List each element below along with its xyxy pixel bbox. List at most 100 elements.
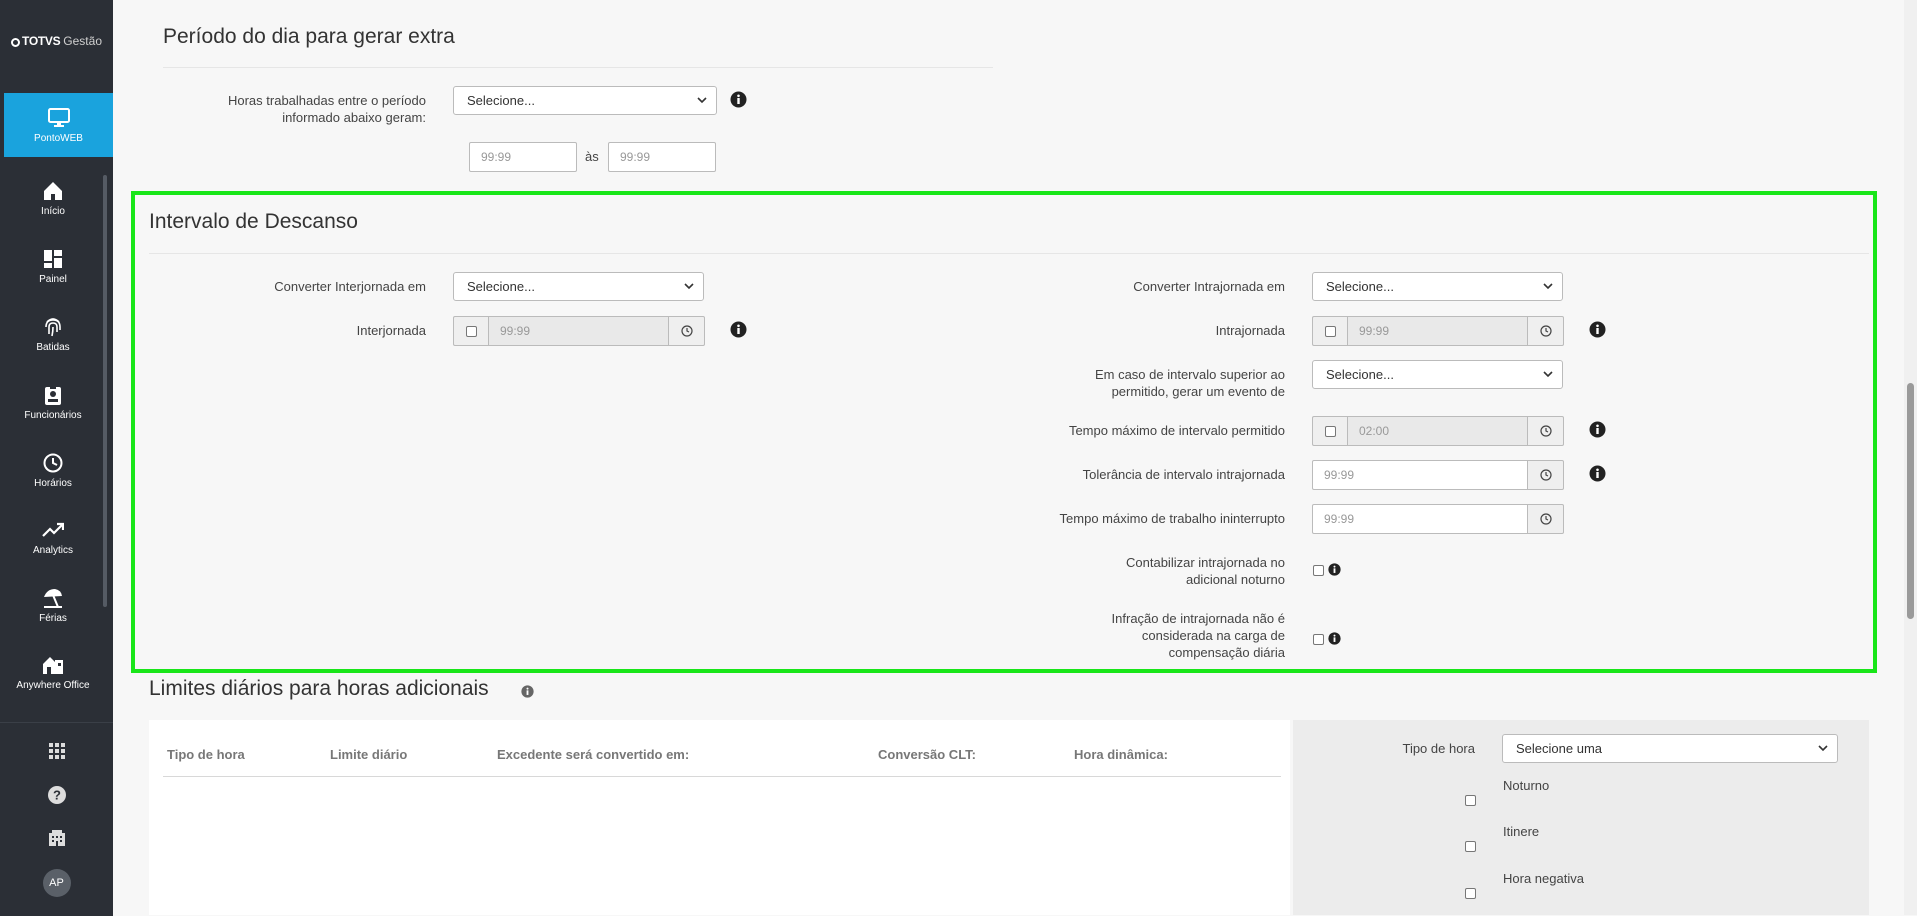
sidebar-item-funcionarios[interactable]: Funcionários bbox=[4, 372, 102, 432]
infracao-intrajornada-label: Infração de intrajornada não é considera… bbox=[1111, 611, 1285, 660]
sidebar-footer: ? AP bbox=[0, 722, 113, 916]
info-icon[interactable] bbox=[1328, 632, 1341, 645]
sidebar-item-horarios[interactable]: Horários bbox=[4, 440, 102, 500]
tolerancia-input[interactable]: 99:99 bbox=[1312, 460, 1528, 490]
totvs-logo-icon bbox=[11, 38, 20, 47]
interjornada-input[interactable]: 99:99 bbox=[488, 316, 669, 346]
sidebar-item-analytics[interactable]: Analytics bbox=[4, 507, 102, 567]
option-hora-negativa-checkbox[interactable] bbox=[1465, 888, 1476, 899]
option-hora-negativa-label: Hora negativa bbox=[1503, 871, 1584, 886]
user-avatar[interactable]: AP bbox=[0, 869, 113, 897]
horas-trabalhadas-select[interactable]: Selecione... bbox=[453, 86, 717, 115]
sidebar-item-label: Batidas bbox=[36, 342, 70, 353]
info-icon[interactable] bbox=[1328, 563, 1341, 576]
column-header-limite: Limite diário bbox=[330, 747, 408, 762]
sidebar: TOTVS Gestão PontoWEB Início Painel Batid… bbox=[0, 0, 113, 916]
trabalho-ininterrupto-label: Tempo máximo de trabalho ininterrupto bbox=[1059, 511, 1285, 526]
sidebar-scrollbar[interactable] bbox=[103, 175, 107, 607]
interjornada-group: 99:99 bbox=[453, 316, 705, 346]
building-icon[interactable] bbox=[0, 829, 113, 847]
sidebar-item-label: Analytics bbox=[32, 545, 73, 556]
clock-icon[interactable] bbox=[1528, 460, 1564, 490]
periodo-inicio-input[interactable]: 99:99 bbox=[469, 142, 577, 172]
intervalo-superior-label: Em caso de intervalo superior ao permiti… bbox=[1094, 367, 1285, 399]
intrajornada-input[interactable]: 99:99 bbox=[1347, 316, 1528, 346]
house-office-icon bbox=[4, 652, 102, 678]
info-icon[interactable] bbox=[521, 685, 534, 698]
clock-icon[interactable] bbox=[1528, 504, 1564, 534]
contabilizar-noturno-checkbox[interactable] bbox=[1313, 565, 1324, 576]
chevron-down-icon bbox=[1543, 283, 1553, 290]
column-header-dinamica: Hora dinâmica: bbox=[1074, 747, 1168, 762]
periodo-separator: às bbox=[585, 149, 599, 164]
svg-text:?: ? bbox=[53, 788, 61, 803]
help-icon[interactable]: ? bbox=[0, 785, 113, 805]
column-header-tipo: Tipo de hora bbox=[167, 747, 245, 762]
info-icon[interactable] bbox=[1589, 321, 1606, 338]
divider bbox=[149, 253, 1869, 254]
divider bbox=[163, 67, 993, 68]
chevron-down-icon bbox=[697, 97, 707, 104]
trabalho-ininterrupto-input[interactable]: 99:99 bbox=[1312, 504, 1528, 534]
chevron-down-icon bbox=[1543, 371, 1553, 378]
tempo-maximo-input[interactable]: 02:00 bbox=[1347, 416, 1528, 446]
interjornada-label: Interjornada bbox=[356, 323, 426, 338]
converter-intrajornada-label: Converter Intrajornada em bbox=[1133, 279, 1285, 294]
interjornada-checkbox[interactable] bbox=[453, 316, 488, 346]
chevron-down-icon bbox=[684, 283, 694, 290]
periodo-fim-input[interactable]: 99:99 bbox=[608, 142, 716, 172]
chevron-down-icon bbox=[1818, 745, 1828, 752]
clock-icon[interactable] bbox=[669, 316, 705, 346]
sidebar-item-pontoweb[interactable]: PontoWEB bbox=[4, 93, 113, 157]
section-title-periodo: Período do dia para gerar extra bbox=[163, 25, 455, 48]
info-icon[interactable] bbox=[1589, 465, 1606, 482]
converter-intrajornada-select[interactable]: Selecione... bbox=[1312, 272, 1563, 301]
intrajornada-group: 99:99 bbox=[1312, 316, 1564, 346]
info-icon[interactable] bbox=[1589, 421, 1606, 438]
tipo-hora-select[interactable]: Selecione uma bbox=[1502, 734, 1838, 763]
brand-logo[interactable]: TOTVS Gestão bbox=[0, 34, 113, 48]
tipo-hora-label: Tipo de hora bbox=[1402, 741, 1475, 756]
trabalho-ininterrupto-group: 99:99 bbox=[1312, 504, 1564, 534]
sidebar-item-ferias[interactable]: Férias bbox=[4, 575, 102, 635]
intrajornada-checkbox[interactable] bbox=[1312, 316, 1347, 346]
sidebar-item-inicio[interactable]: Início bbox=[4, 168, 102, 228]
clock-icon[interactable] bbox=[1528, 416, 1564, 446]
clock-icon bbox=[4, 450, 102, 476]
sidebar-item-label: Férias bbox=[39, 613, 67, 624]
sidebar-item-label: Início bbox=[41, 206, 65, 217]
info-icon[interactable] bbox=[730, 321, 747, 338]
home-icon bbox=[4, 178, 102, 204]
info-icon[interactable] bbox=[730, 91, 747, 108]
converter-interjornada-select[interactable]: Selecione... bbox=[453, 272, 704, 301]
clock-icon[interactable] bbox=[1528, 316, 1564, 346]
contabilizar-noturno-label: Contabilizar intrajornada no adicional n… bbox=[1126, 555, 1285, 587]
sidebar-item-label: Funcionários bbox=[24, 410, 82, 421]
option-noturno-label: Noturno bbox=[1503, 778, 1550, 793]
intervalo-superior-select[interactable]: Selecione... bbox=[1312, 360, 1563, 389]
converter-interjornada-label: Converter Interjornada em bbox=[274, 279, 426, 294]
trend-icon bbox=[4, 517, 102, 543]
sidebar-item-label: Anywhere Office bbox=[16, 680, 90, 691]
tempo-maximo-checkbox[interactable] bbox=[1312, 416, 1347, 446]
monitor-icon bbox=[4, 105, 113, 131]
sidebar-item-label: Painel bbox=[39, 274, 67, 285]
tempo-maximo-intervalo-group: 02:00 bbox=[1312, 416, 1564, 446]
apps-grid-icon[interactable] bbox=[0, 743, 113, 759]
horas-trabalhadas-label: Horas trabalhadas entre o período inform… bbox=[227, 93, 426, 125]
infracao-intrajornada-checkbox[interactable] bbox=[1313, 634, 1324, 645]
table-header-divider bbox=[163, 776, 1281, 777]
page-scrollbar-thumb[interactable] bbox=[1907, 383, 1914, 619]
sidebar-item-batidas[interactable]: Batidas bbox=[4, 304, 102, 364]
option-noturno-checkbox[interactable] bbox=[1465, 795, 1476, 806]
sidebar-item-painel[interactable]: Painel bbox=[4, 236, 102, 296]
intrajornada-label: Intrajornada bbox=[1215, 323, 1285, 338]
tolerancia-intervalo-group: 99:99 bbox=[1312, 460, 1564, 490]
sidebar-item-anywhere-office[interactable]: Anywhere Office bbox=[4, 642, 102, 702]
dashboard-icon bbox=[4, 246, 102, 272]
section-title-limites: Limites diários para horas adicionais bbox=[149, 677, 489, 700]
column-header-conversao: Conversão CLT: bbox=[878, 747, 976, 762]
fingerprint-icon bbox=[4, 314, 102, 340]
tempo-maximo-intervalo-label: Tempo máximo de intervalo permitido bbox=[1068, 423, 1285, 438]
option-itinere-checkbox[interactable] bbox=[1465, 841, 1476, 852]
